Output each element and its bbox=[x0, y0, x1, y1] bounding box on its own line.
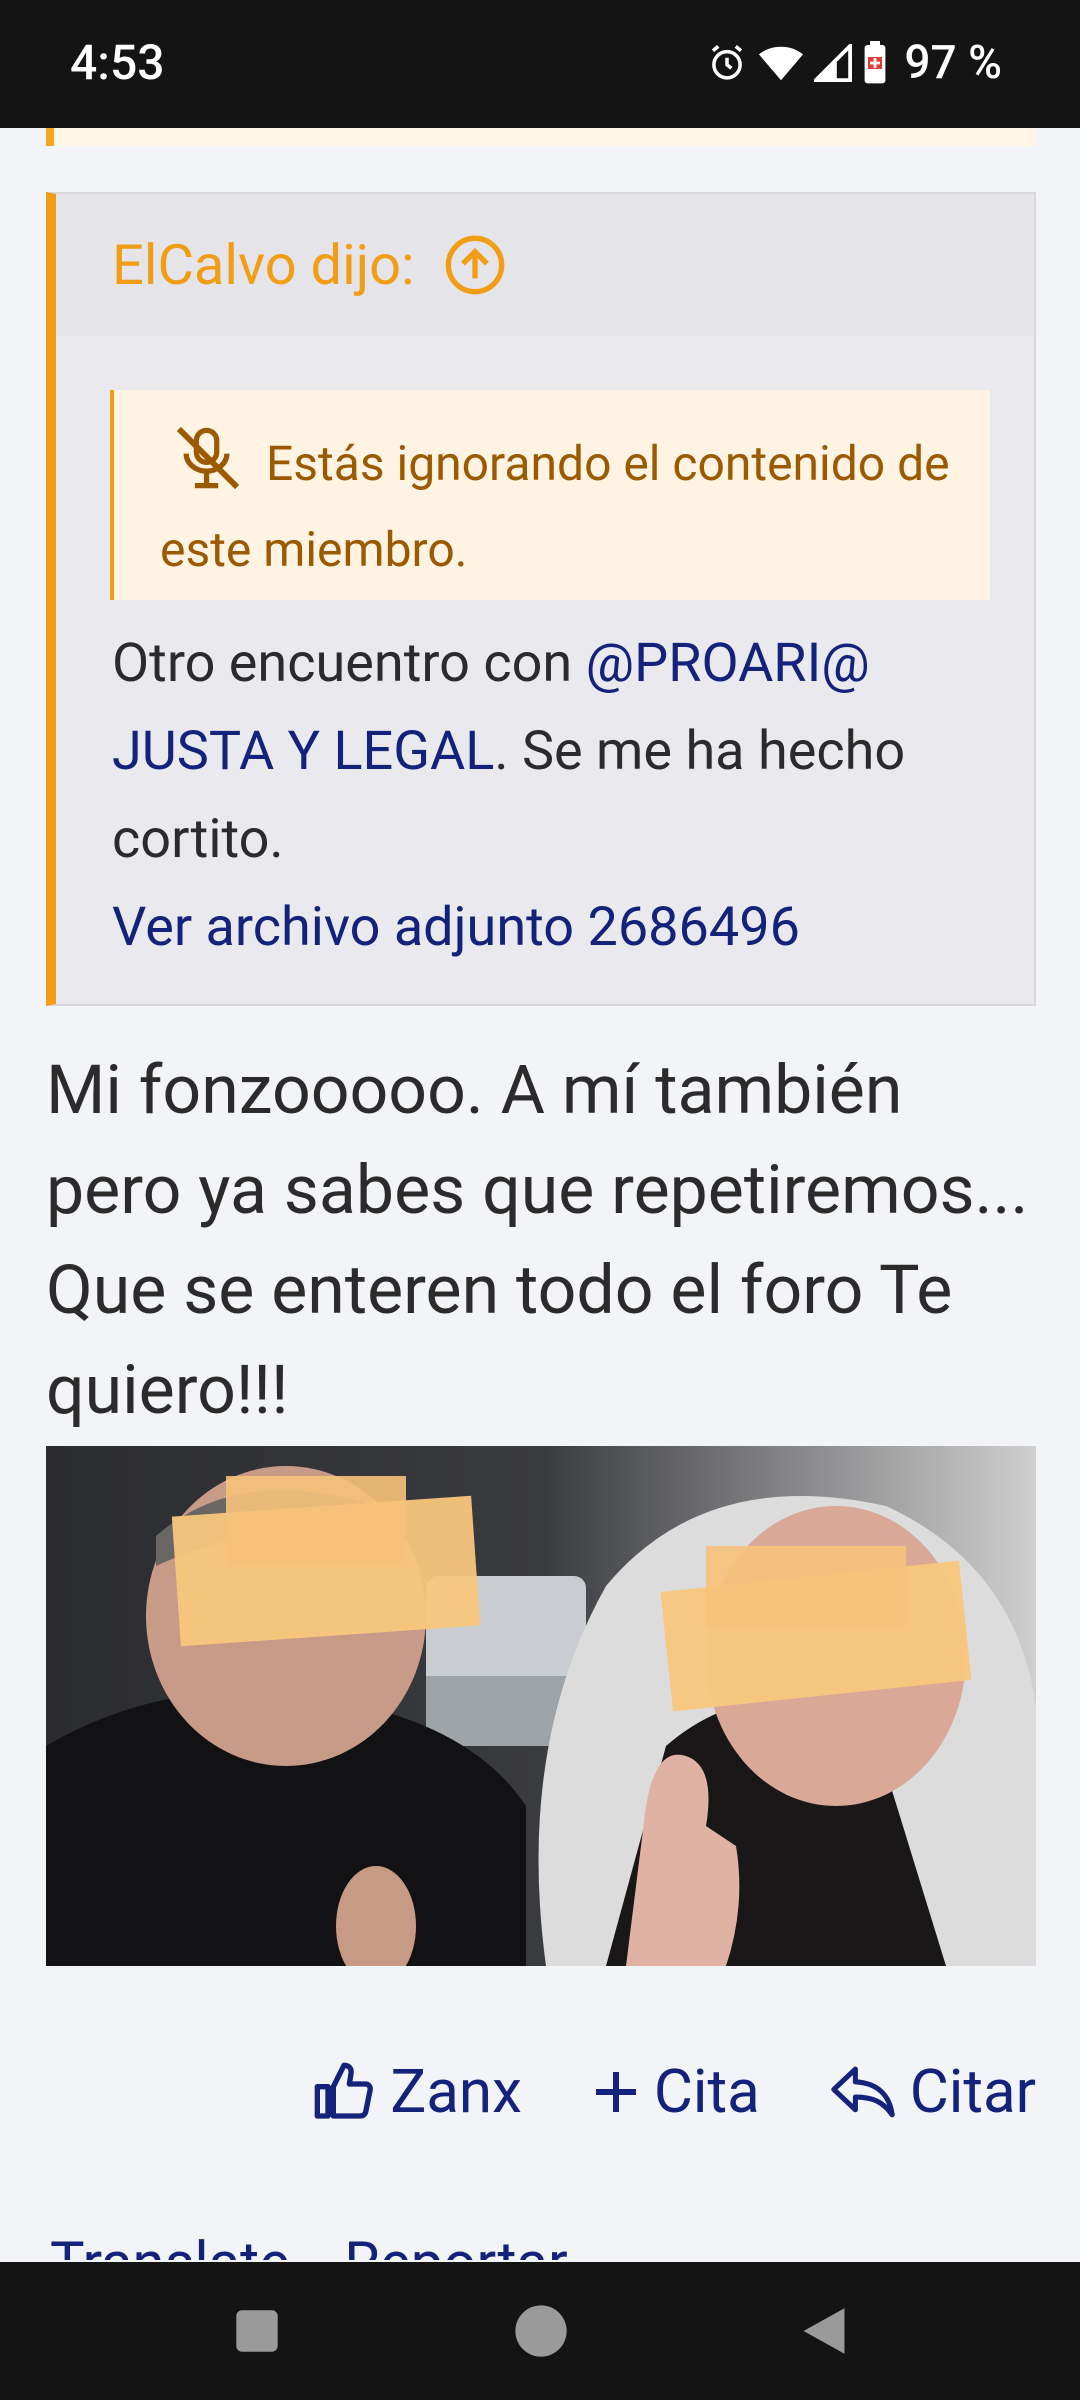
quote-header: ElCalvo dijo: bbox=[56, 194, 1034, 336]
reply-icon bbox=[831, 2066, 895, 2117]
like-button[interactable]: Zanx bbox=[312, 2056, 522, 2127]
post-actions: Zanx Cita Citar bbox=[312, 2056, 1036, 2127]
quote-body: Otro encuentro con @PROARI@ JUSTA Y LEGA… bbox=[112, 620, 1012, 972]
nav-home-icon[interactable] bbox=[514, 2304, 568, 2362]
navigation-bar bbox=[0, 2262, 1080, 2400]
ignored-notice-text: Estás ignorando el contenido de este mie… bbox=[160, 435, 950, 578]
like-label: Zanx bbox=[390, 2056, 522, 2127]
multiquote-button[interactable]: Cita bbox=[592, 2056, 760, 2127]
mute-icon bbox=[166, 426, 250, 512]
status-bar: 4:53 97 % bbox=[0, 0, 1080, 128]
translate-link[interactable]: Translate bbox=[50, 2230, 290, 2260]
quote-text-1: Otro encuentro con bbox=[112, 632, 586, 695]
nav-recents-icon[interactable] bbox=[234, 2308, 280, 2358]
quote-author[interactable]: ElCalvo dijo: bbox=[112, 232, 415, 298]
report-link[interactable]: Reportar bbox=[344, 2230, 567, 2260]
footer-links-peek: Translate Reportar bbox=[50, 2222, 568, 2260]
quote-reply-button[interactable]: Citar bbox=[830, 2056, 1036, 2127]
wifi-icon bbox=[759, 46, 804, 81]
previous-quote-edge bbox=[46, 128, 1036, 146]
attachment-link[interactable]: Ver archivo adjunto 2686496 bbox=[112, 884, 1012, 972]
post-photo[interactable] bbox=[46, 1446, 1036, 1966]
signal-icon bbox=[814, 44, 853, 82]
nav-back-icon[interactable] bbox=[800, 2306, 848, 2360]
battery-icon bbox=[865, 41, 886, 84]
ignored-notice: Estás ignorando el contenido de este mie… bbox=[110, 390, 990, 600]
status-icons: 97 % bbox=[706, 36, 1002, 90]
alarm-icon bbox=[712, 45, 743, 80]
post-body-text: Mi fonzooooo. A mí también pero ya sabes… bbox=[46, 1050, 1029, 1430]
jump-up-icon[interactable] bbox=[443, 233, 507, 297]
quote-reply-label: Citar bbox=[909, 2056, 1036, 2127]
battery-percent: 97 % bbox=[904, 36, 1002, 90]
quote-block: ElCalvo dijo: Estás ignorando el conteni… bbox=[46, 192, 1036, 1006]
status-time: 4:53 bbox=[70, 34, 165, 91]
multiquote-label: Cita bbox=[653, 2056, 760, 2127]
plus-icon bbox=[595, 2071, 636, 2112]
thumbs-up-icon bbox=[315, 2062, 374, 2119]
